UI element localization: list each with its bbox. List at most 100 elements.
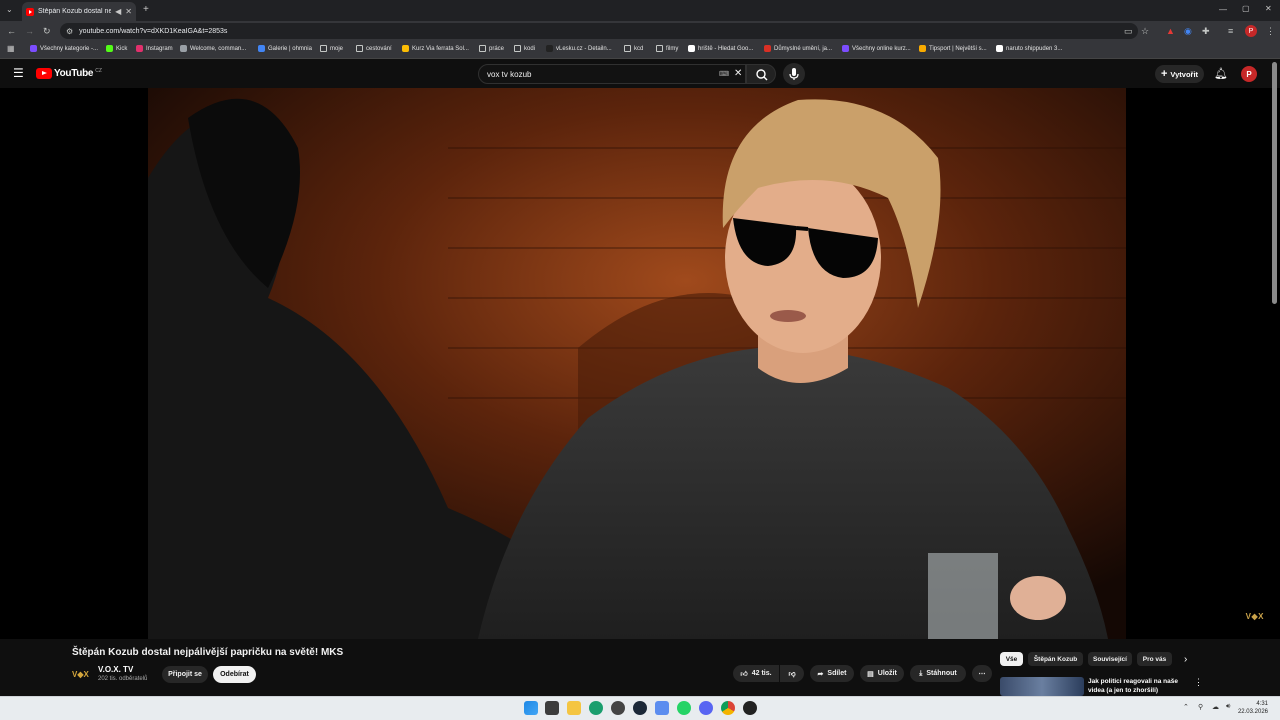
folder-icon <box>624 45 631 52</box>
chip-stepan-kozub[interactable]: Štěpán Kozub <box>1028 652 1083 666</box>
windows-start-icon[interactable] <box>524 701 538 715</box>
youtube-favicon-icon <box>26 7 34 16</box>
discord-icon[interactable] <box>699 701 713 715</box>
thumbs-down-icon: 👎︎ <box>788 671 796 678</box>
like-button[interactable]: 👍︎ 42 tis. <box>733 665 779 682</box>
file-explorer-icon[interactable] <box>567 701 581 715</box>
tray-chevron-icon[interactable]: ⌃ <box>1183 703 1189 711</box>
bookmark-item[interactable]: cestování <box>356 45 392 52</box>
bookmark-item[interactable]: Galerie | ohmnia <box>258 45 312 52</box>
youtube-logo[interactable]: YouTube CZ <box>36 68 102 79</box>
recommendation-thumbnail[interactable] <box>1000 677 1084 696</box>
tab-close-icon[interactable]: ✕ <box>125 7 132 16</box>
bookmark-item[interactable]: Instagram <box>136 45 173 52</box>
channel-watermark: V◆X <box>1245 612 1264 621</box>
apps-grid-icon[interactable]: ▦ <box>7 45 15 53</box>
bookmark-item[interactable]: Důmyslné umění, ja... <box>764 45 832 52</box>
extensions-puzzle-icon[interactable]: ✚ <box>1202 25 1210 37</box>
bookmark-favicon-icon <box>258 45 265 52</box>
bookmark-item[interactable]: kodi <box>514 45 535 52</box>
keyboard-icon[interactable]: ⌨ <box>719 70 729 78</box>
back-icon[interactable]: ← <box>7 25 16 37</box>
bookmark-label: Galerie | ohmnia <box>268 45 312 52</box>
channel-logo[interactable]: V◆X <box>72 667 92 681</box>
bookmark-item[interactable]: filmy <box>656 45 678 52</box>
bookmark-item[interactable]: Všechny kategorie -... <box>30 45 98 52</box>
clock[interactable]: 4:31 22.03.2026 <box>1238 700 1268 716</box>
chrome-menu-icon[interactable]: ⋮ <box>1266 25 1275 37</box>
bookmark-label: cestování <box>366 45 392 52</box>
browser-tab-active[interactable]: Štěpán Kozub dostal nejpáliv ◀︎ ✕ <box>22 2 136 21</box>
tray-volume-icon[interactable]: 🔊︎ <box>1226 703 1230 711</box>
bookmark-item[interactable]: Všechny online kurz... <box>842 45 911 52</box>
steam-icon[interactable] <box>633 701 647 715</box>
plus-icon: + <box>1160 68 1168 80</box>
search-input[interactable]: vox tv kozub ⌨ ✕ <box>478 64 746 84</box>
hamburger-menu-icon[interactable]: ☰ <box>13 67 24 79</box>
dislike-button[interactable]: 👎︎ <box>780 665 804 682</box>
voice-search-button[interactable] <box>783 63 805 85</box>
speaker-icon[interactable]: ◀︎ <box>115 7 121 16</box>
page-scrollbar[interactable] <box>1272 62 1277 304</box>
bookmark-item[interactable]: moje <box>320 45 343 52</box>
bookmark-item[interactable]: Kick <box>106 45 127 52</box>
recommendation-menu-icon[interactable]: ⋮ <box>1194 677 1203 688</box>
thumbs-up-icon: 👍︎ <box>740 671 748 678</box>
chrome-icon[interactable] <box>721 701 735 715</box>
app-icon[interactable] <box>655 701 669 715</box>
tray-onedrive-icon[interactable]: ☁ <box>1212 703 1219 711</box>
recommendation-title[interactable]: Jak politici reagovali na naše videa (a … <box>1088 677 1188 695</box>
minimize-button[interactable]: — <box>1219 6 1227 14</box>
bookmark-item[interactable]: kcd <box>624 45 643 52</box>
tab-menu-icon[interactable]: ≡ <box>1228 25 1233 37</box>
create-button[interactable]: + Vytvořit <box>1155 65 1204 83</box>
tray-location-icon[interactable]: ⚲ <box>1198 703 1203 711</box>
bookmark-item[interactable]: vLesku.cz - Detailn... <box>546 45 612 52</box>
bookmark-item[interactable]: práce <box>479 45 504 52</box>
download-button[interactable]: ⤓ Stáhnout <box>910 665 966 682</box>
bookmark-item[interactable]: Tipsport | Největší s... <box>919 45 987 52</box>
task-view-icon[interactable] <box>545 701 559 715</box>
edge-browser-icon[interactable] <box>589 701 603 715</box>
extension-audio-icon[interactable]: ◉ <box>1184 25 1192 37</box>
account-avatar[interactable]: P <box>1241 66 1257 82</box>
folder-icon <box>320 45 327 52</box>
video-player[interactable]: V◆X <box>0 88 1280 639</box>
chip-related[interactable]: Související <box>1088 652 1132 666</box>
folder-icon <box>656 45 663 52</box>
chip-all[interactable]: Vše <box>1000 652 1023 666</box>
obs-icon[interactable] <box>611 701 625 715</box>
reload-icon[interactable]: ↻ <box>43 25 51 37</box>
address-bar[interactable]: ⚙ youtube.com/watch?v=dXKD1KeaIGA&t=2853… <box>60 23 1138 39</box>
tab-search-icon[interactable]: ⌄ <box>6 6 13 14</box>
channel-name[interactable]: V.O.X. TV <box>98 665 133 674</box>
close-window-button[interactable]: ✕ <box>1265 5 1272 13</box>
bookmark-label: Všechny kategorie -... <box>40 45 99 52</box>
whatsapp-icon[interactable] <box>677 701 691 715</box>
chip-for-you[interactable]: Pro vás <box>1137 652 1172 666</box>
new-tab-button[interactable]: + <box>143 5 149 15</box>
bookmark-item[interactable]: naruto shippuden 3... <box>996 45 1062 52</box>
chevron-right-icon[interactable]: › <box>1184 654 1187 665</box>
bookmark-item[interactable]: Kurz Via ferrata Sol... <box>402 45 469 52</box>
bookmark-star-icon[interactable]: ☆ <box>1141 25 1149 37</box>
search-button[interactable] <box>746 64 776 84</box>
save-button[interactable]: ▤ Uložit <box>860 665 904 682</box>
maximize-button[interactable]: ▢ <box>1242 5 1250 13</box>
bookmark-item[interactable]: hriště - Hledat Goo... <box>688 45 753 52</box>
profile-avatar[interactable]: P <box>1245 25 1257 37</box>
install-app-icon[interactable]: ▭ <box>1124 25 1133 37</box>
bookmark-item[interactable]: Welcome, comman... <box>180 45 246 52</box>
site-info-icon[interactable]: ⚙ <box>66 27 73 36</box>
app-notification-icon[interactable] <box>743 701 757 715</box>
join-button[interactable]: Připojit se <box>162 666 208 683</box>
share-button[interactable]: ➦ Sdílet <box>810 665 854 682</box>
clear-search-icon[interactable]: ✕ <box>734 68 742 79</box>
notifications-bell-icon[interactable]: 🔔︎ <box>1214 67 1228 80</box>
extension-pdf-icon[interactable]: ▲ <box>1166 25 1175 37</box>
subscribe-button[interactable]: Odebírat <box>213 666 256 683</box>
folder-icon <box>356 45 363 52</box>
forward-icon[interactable]: → <box>25 25 34 37</box>
more-actions-button[interactable]: ⋯ <box>972 665 992 682</box>
video-frame <box>148 88 1126 639</box>
